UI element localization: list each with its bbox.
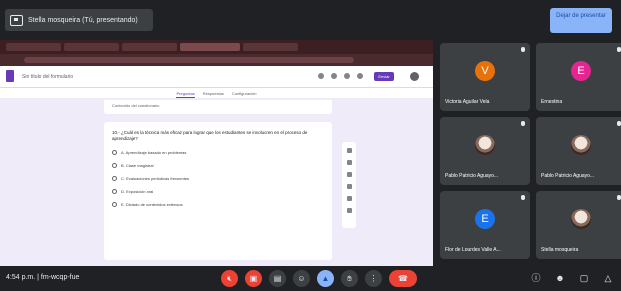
more-icon[interactable]: ⋮	[365, 270, 382, 287]
captions-icon[interactable]: ▤	[269, 270, 286, 287]
shared-screen: Sin título del formulario Enviar Pregunt…	[0, 40, 433, 266]
call-controls: 🔇︎ ▣ ▤ ☺ ▲ ✋︎ ⋮ ☎︎	[221, 270, 417, 287]
option-item[interactable]: B. Clase magistral	[112, 163, 324, 168]
people-icon[interactable]: ☻	[555, 273, 565, 283]
google-forms-icon	[6, 70, 14, 82]
forms-header: Sin título del formulario Enviar	[0, 66, 433, 88]
participant-tile[interactable]: E Flor de Lourdes Valle A...	[440, 191, 530, 259]
question-text: 10.- ¿Cuál es la técnica más eficaz para…	[112, 130, 308, 141]
form-title[interactable]: Sin título del formulario	[22, 74, 73, 80]
participant-avatar: E	[475, 209, 495, 229]
radio-icon[interactable]	[112, 202, 117, 207]
participant-tile[interactable]: E Ernestina	[536, 43, 621, 111]
info-icon[interactable]: ⓘ	[531, 273, 541, 283]
participant-avatar: V	[475, 61, 495, 81]
participant-name: Flor de Lourdes Valle A...	[445, 247, 501, 253]
account-avatar[interactable]	[410, 72, 419, 81]
mic-indicator-icon	[521, 195, 525, 200]
presenting-label: Stella mosqueira (Tú, presentando)	[28, 16, 138, 24]
import-icon[interactable]	[346, 160, 352, 165]
participant-tile[interactable]: Stella mosqueira	[536, 191, 621, 259]
header-tools	[318, 73, 363, 79]
url-field[interactable]	[24, 57, 354, 63]
raise-hand-icon[interactable]: ✋︎	[341, 270, 358, 287]
add-video-icon[interactable]	[346, 196, 352, 201]
floating-toolbar	[342, 142, 356, 228]
top-bar: Stella mosqueira (Tú, presentando) Dejar…	[0, 0, 621, 40]
add-question-icon[interactable]	[346, 148, 352, 153]
previous-option-text: Contenido del cuestionario	[112, 103, 160, 108]
mic-off-icon[interactable]: 🔇︎	[221, 270, 238, 287]
participant-tile[interactable]: Pablo Patricio Aguayo...	[440, 117, 530, 185]
side-panel-controls: ⓘ ☻ ▢ △	[531, 273, 613, 283]
send-button[interactable]: Enviar	[374, 72, 394, 81]
mic-indicator-icon	[617, 121, 621, 126]
radio-icon[interactable]	[112, 150, 117, 155]
participant-name: Stella mosqueira	[541, 247, 579, 253]
redo-icon[interactable]	[357, 73, 363, 79]
present-screen-icon	[10, 14, 23, 26]
undo-icon[interactable]	[344, 73, 350, 79]
camera-off-icon[interactable]: ▣	[245, 270, 262, 287]
chat-icon[interactable]: ▢	[579, 273, 589, 283]
browser-tab-strip	[0, 40, 433, 54]
address-bar[interactable]	[0, 54, 433, 66]
participant-photo	[475, 135, 495, 155]
browser-tab[interactable]	[6, 43, 61, 51]
palette-icon[interactable]	[318, 73, 324, 79]
browser-tab[interactable]	[122, 43, 177, 51]
participant-avatar: E	[571, 61, 591, 81]
participant-name: Victoria Aguilar Vela	[445, 99, 490, 105]
add-title-icon[interactable]	[346, 172, 352, 177]
tab-responses[interactable]: Respuestas	[203, 91, 224, 98]
option-item[interactable]: A. Aprendizaje basado en problemas	[112, 150, 324, 155]
participant-photo	[571, 135, 591, 155]
presenting-chip[interactable]: Stella mosqueira (Tú, presentando)	[5, 9, 153, 31]
form-tabs: Preguntas Respuestas Configuración	[0, 88, 433, 98]
option-label: B. Clase magistral	[121, 163, 154, 168]
radio-icon[interactable]	[112, 176, 117, 181]
browser-tab[interactable]	[64, 43, 119, 51]
option-label: D. Exposición oral	[121, 189, 154, 194]
question-card[interactable]: 10.- ¿Cuál es la técnica más eficaz para…	[104, 122, 332, 260]
previous-question-card[interactable]: Contenido del cuestionario	[104, 100, 332, 114]
option-label: E. Dictado de contenidos extensos	[121, 202, 183, 207]
add-section-icon[interactable]	[346, 208, 352, 213]
option-item[interactable]: D. Exposición oral	[112, 189, 324, 194]
preview-icon[interactable]	[331, 73, 337, 79]
mic-indicator-icon	[521, 121, 525, 126]
tab-questions[interactable]: Preguntas	[176, 91, 195, 98]
browser-tab[interactable]	[243, 43, 298, 51]
option-item[interactable]: C. Evaluaciones periódicas frecuentes	[112, 176, 324, 181]
mic-indicator-icon	[521, 47, 525, 52]
activities-icon[interactable]: △	[603, 273, 613, 283]
emoji-icon[interactable]: ☺	[293, 270, 310, 287]
radio-icon[interactable]	[112, 163, 117, 168]
participant-name: Pablo Patricio Aguayo...	[445, 173, 499, 179]
form-canvas: Contenido del cuestionario 10.- ¿Cuál es…	[0, 98, 433, 266]
browser-tab-active[interactable]	[180, 43, 240, 51]
mic-indicator-icon	[617, 195, 621, 200]
stop-presenting-button[interactable]: Dejar de presentar	[550, 8, 612, 33]
radio-icon[interactable]	[112, 189, 117, 194]
option-label: C. Evaluaciones periódicas frecuentes	[121, 176, 190, 181]
present-icon[interactable]: ▲	[317, 270, 334, 287]
end-call-icon[interactable]: ☎︎	[389, 270, 417, 287]
option-item[interactable]: E. Dictado de contenidos extensos	[112, 202, 324, 207]
meeting-time-code: 4:54 p.m. | fm-wcqp-fue	[6, 274, 80, 281]
participant-name: Pablo Patricio Aguayo...	[541, 173, 595, 179]
participant-photo	[571, 209, 591, 229]
meeting-controls-bar: 4:54 p.m. | fm-wcqp-fue 🔇︎ ▣ ▤ ☺ ▲ ✋︎ ⋮ …	[0, 266, 621, 291]
mic-indicator-icon	[617, 47, 621, 52]
add-image-icon[interactable]	[346, 184, 352, 189]
participant-name: Ernestina	[541, 99, 563, 105]
participant-tile[interactable]: Pablo Patricio Aguayo...	[536, 117, 621, 185]
option-label: A. Aprendizaje basado en problemas	[121, 150, 187, 155]
tab-settings[interactable]: Configuración	[232, 91, 257, 98]
participant-tile[interactable]: V Victoria Aguilar Vela	[440, 43, 530, 111]
